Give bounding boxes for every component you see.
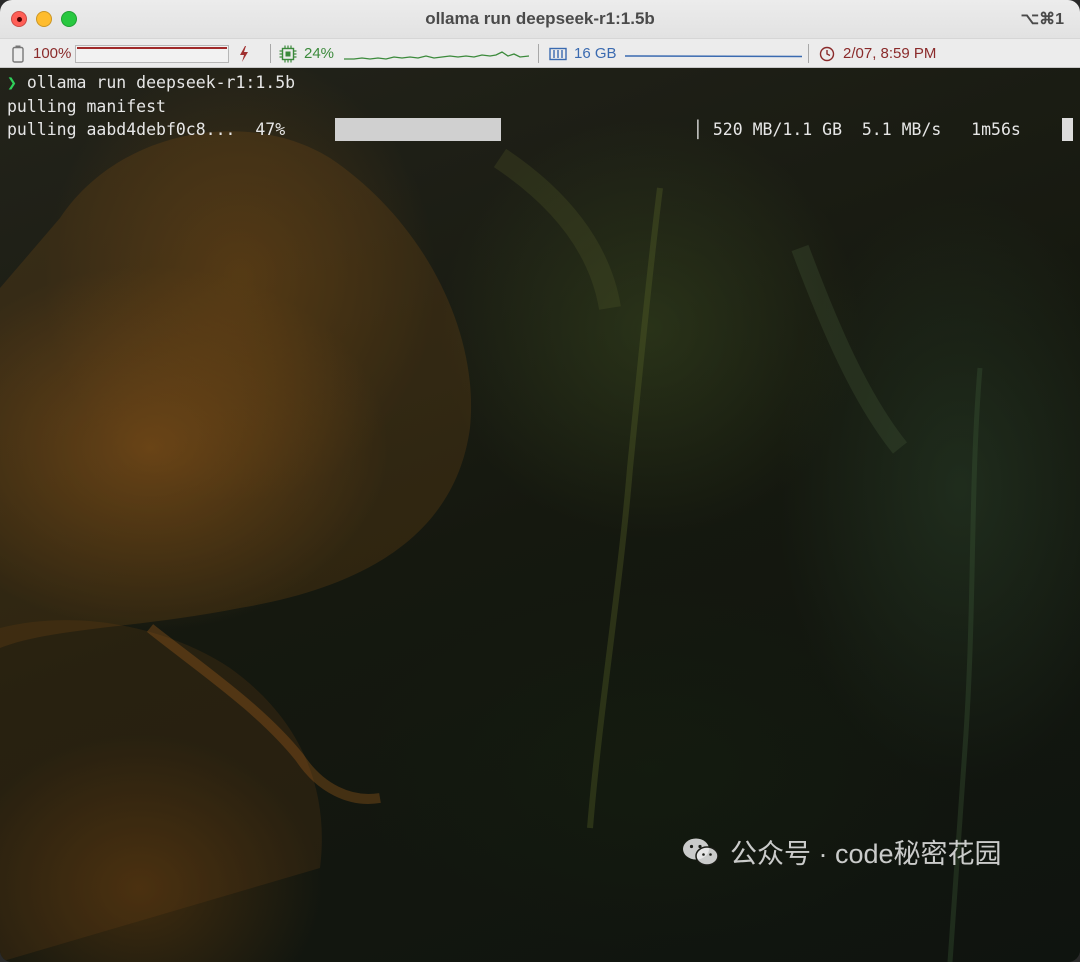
download-progress-bar <box>335 118 501 141</box>
memory-total: 16 GB <box>574 45 617 62</box>
wechat-icon <box>683 838 719 866</box>
status-divider <box>808 44 809 63</box>
command-line: ❯ ollama run deepseek-r1:1.5b <box>7 71 295 94</box>
battery-segment[interactable]: 100% <box>12 39 250 68</box>
status-bar: 100% 24% 16 GB 2/07, 8:59 PM <box>0 38 1080 68</box>
title-bar: ollama run deepseek-r1:1.5b ⌥⌘1 <box>0 0 1080 38</box>
window-title: ollama run deepseek-r1:1.5b <box>425 9 655 28</box>
cpu-graph <box>344 50 530 60</box>
battery-icon <box>12 45 24 63</box>
clock-time: 2/07, 8:59 PM <box>843 45 937 62</box>
status-divider <box>538 44 539 63</box>
output-line-progress: pulling aabd4debf0c8... 47% <box>7 120 286 139</box>
background-image <box>0 131 983 962</box>
command-text: ollama run deepseek-r1:1.5b <box>26 73 296 92</box>
download-stats: │ 520 MB/1.1 GB 5.1 MB/s 1m56s <box>693 120 1021 139</box>
status-divider <box>270 44 271 63</box>
clock-icon <box>819 46 835 61</box>
cpu-segment[interactable]: 24% <box>279 39 530 68</box>
cpu-percent: 24% <box>304 45 335 62</box>
memory-graph <box>624 54 802 57</box>
memory-segment[interactable]: 16 GB <box>549 39 802 68</box>
charging-icon <box>240 45 249 62</box>
terminal-cursor <box>1062 118 1073 141</box>
output-line-manifest: pulling manifest <box>7 97 166 116</box>
battery-graph <box>75 44 230 63</box>
watermark: 公众号 · code秘密花园 <box>682 832 1002 871</box>
watermark-text: 公众号 · code秘密花园 <box>730 839 1002 869</box>
window-shortcut: ⌥⌘1 <box>1020 11 1064 28</box>
prompt-chevron-icon: ❯ <box>7 73 17 92</box>
clock-segment[interactable]: 2/07, 8:59 PM <box>819 39 936 68</box>
battery-percent: 100% <box>33 45 72 62</box>
terminal-window: ollama run deepseek-r1:1.5b ⌥⌘1 100% 24%… <box>0 0 1080 962</box>
cpu-icon <box>279 45 297 62</box>
memory-icon <box>549 47 567 60</box>
terminal-output[interactable]: ❯ ollama run deepseek-r1:1.5b pulling ma… <box>0 68 1080 962</box>
